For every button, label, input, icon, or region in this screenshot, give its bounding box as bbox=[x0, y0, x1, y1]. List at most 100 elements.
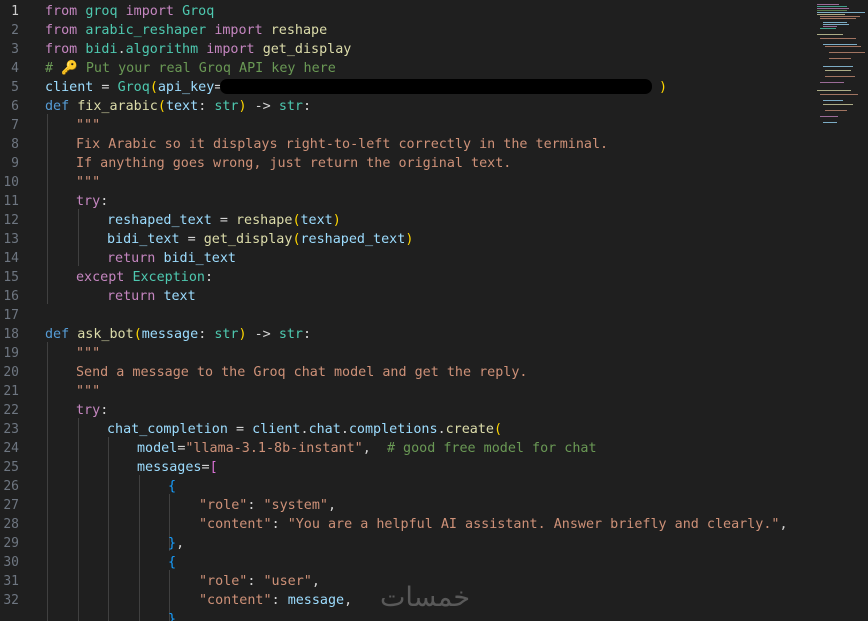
code-line-comment[interactable]: # 🔑 Put your real Groq API key here bbox=[45, 59, 336, 78]
code-line[interactable]: def fix_arabic(text: str) -> str: bbox=[45, 97, 311, 116]
code-line[interactable]: reshaped_text = reshape(text) bbox=[107, 211, 341, 230]
line-number: 17 bbox=[3, 308, 19, 323]
comma: , bbox=[362, 441, 387, 456]
function-name: ask_bot bbox=[77, 327, 134, 342]
code-line[interactable]: chat_completion = client.chat.completion… bbox=[107, 420, 502, 439]
code-line[interactable]: return bidi_text bbox=[107, 249, 236, 268]
line-number: 2 bbox=[11, 23, 19, 38]
code-line[interactable]: { bbox=[168, 553, 176, 572]
line-number: 4 bbox=[11, 61, 19, 76]
function-name: reshape bbox=[270, 23, 328, 38]
indent-guide bbox=[78, 418, 79, 621]
line-number: 32 bbox=[3, 593, 19, 608]
brace: { bbox=[168, 555, 177, 570]
code-line[interactable]: { bbox=[168, 477, 176, 496]
line-number: 21 bbox=[3, 384, 19, 399]
module-name: bidi bbox=[85, 42, 118, 57]
line-number: 22 bbox=[3, 403, 19, 418]
code-line[interactable]: except Exception: bbox=[76, 268, 213, 287]
function-name: reshape bbox=[236, 213, 293, 228]
line-number: 10 bbox=[3, 175, 19, 190]
comment-text: Put your real Groq API key here bbox=[85, 61, 336, 76]
class-name: Groq bbox=[182, 4, 215, 19]
code-line[interactable]: messages=[ bbox=[137, 458, 218, 477]
indent-guide bbox=[47, 342, 48, 621]
line-number: 11 bbox=[3, 194, 19, 209]
minimap-line bbox=[820, 82, 844, 83]
dot: . bbox=[117, 42, 126, 57]
docstring-line[interactable]: If anything goes wrong, just return the … bbox=[76, 154, 511, 173]
keyword-try: try bbox=[76, 403, 101, 418]
code-line[interactable]: return text bbox=[107, 287, 196, 306]
keyword-def: def bbox=[45, 327, 70, 342]
colon: : bbox=[271, 517, 288, 532]
docstring-line[interactable]: Fix Arabic so it displays right-to-left … bbox=[76, 135, 608, 154]
code-editor[interactable]: 1 2 3 4 5 6 7 8 9 10 11 12 13 14 15 16 17 18 19 20 21 22 23 24 2… bbox=[0, 0, 868, 621]
dict-value: "You are a helpful AI assistant. Answer … bbox=[287, 517, 780, 532]
code-line[interactable]: client = Groq(api_key= bbox=[45, 78, 222, 97]
comment-hash: # bbox=[45, 61, 54, 76]
variable-name: client bbox=[45, 80, 94, 95]
comma: , bbox=[176, 536, 185, 551]
operator: = bbox=[93, 80, 118, 95]
line-number: 3 bbox=[11, 42, 19, 57]
docstring-line[interactable]: """ bbox=[76, 382, 100, 401]
brace: { bbox=[168, 479, 177, 494]
string-literal: "llama-3.1-8b-instant" bbox=[185, 441, 363, 456]
code-line[interactable]: "role": "user", bbox=[199, 572, 320, 591]
paren: ( bbox=[133, 327, 142, 342]
docstring-line[interactable]: Send a message to the Groq chat model an… bbox=[76, 363, 527, 382]
module-name: groq bbox=[85, 4, 118, 19]
minimap-line bbox=[817, 12, 865, 13]
code-line[interactable]: model="llama-3.1-8b-instant", # good fre… bbox=[137, 439, 597, 458]
code-line[interactable]: try: bbox=[76, 192, 108, 211]
paren: ( bbox=[292, 232, 301, 247]
minimap-line bbox=[825, 76, 855, 77]
docstring-line[interactable]: """ bbox=[76, 344, 100, 363]
paren: ) bbox=[238, 99, 247, 114]
code-line[interactable]: from bidi.algorithm import get_display bbox=[45, 40, 351, 59]
dict-value: "user" bbox=[263, 574, 312, 589]
arrow: -> bbox=[246, 99, 279, 114]
docstring-line[interactable]: """ bbox=[76, 173, 100, 192]
line-number: 30 bbox=[3, 555, 19, 570]
dict-key: "role" bbox=[199, 498, 248, 513]
code-line[interactable]: def ask_bot(message: str) -> str: bbox=[45, 325, 311, 344]
code-line[interactable]: "content": "You are a helpful AI assista… bbox=[199, 515, 788, 534]
code-line[interactable]: bidi_text = get_display(reshaped_text) bbox=[107, 230, 413, 249]
line-number: 16 bbox=[3, 289, 19, 304]
module-name: algorithm bbox=[125, 42, 199, 57]
code-line[interactable]: "role": "system", bbox=[199, 496, 336, 515]
line-number: 14 bbox=[3, 251, 19, 266]
colon: : bbox=[303, 327, 312, 342]
docstring-line[interactable]: """ bbox=[76, 116, 100, 135]
minimap-line bbox=[817, 90, 851, 91]
code-line[interactable]: }, bbox=[168, 534, 184, 553]
code-line[interactable]: from arabic_reshaper import reshape bbox=[45, 21, 327, 40]
type-name: str bbox=[278, 327, 303, 342]
variable-name: text bbox=[163, 289, 196, 304]
indent-guide bbox=[108, 437, 109, 621]
line-number: 26 bbox=[3, 479, 19, 494]
minimap-line bbox=[823, 122, 837, 123]
line-number-gutter: 1 2 3 4 5 6 7 8 9 10 11 12 13 14 15 16 17 18 19 20 21 22 23 24 2… bbox=[0, 0, 36, 621]
minimap-line bbox=[825, 70, 851, 71]
line-number: 12 bbox=[3, 213, 19, 228]
argument: reshaped_text bbox=[300, 232, 406, 247]
indent-guide bbox=[139, 475, 140, 621]
line-number: 20 bbox=[3, 365, 19, 380]
line-number: 19 bbox=[3, 346, 19, 361]
paren: ( bbox=[494, 422, 503, 437]
line-number: 9 bbox=[11, 156, 19, 171]
code-line[interactable]: from groq import Groq bbox=[45, 2, 214, 21]
code-line[interactable]: "content": message, bbox=[199, 591, 352, 610]
keyword-return: return bbox=[107, 289, 156, 304]
minimap-line bbox=[820, 28, 836, 29]
minimap-line bbox=[820, 116, 838, 117]
operator: = bbox=[179, 232, 204, 247]
param-name: messages bbox=[137, 460, 202, 475]
type-name: str bbox=[214, 327, 239, 342]
minimap[interactable] bbox=[815, 0, 868, 160]
line-number: 7 bbox=[11, 118, 19, 133]
code-line[interactable]: try: bbox=[76, 401, 108, 420]
